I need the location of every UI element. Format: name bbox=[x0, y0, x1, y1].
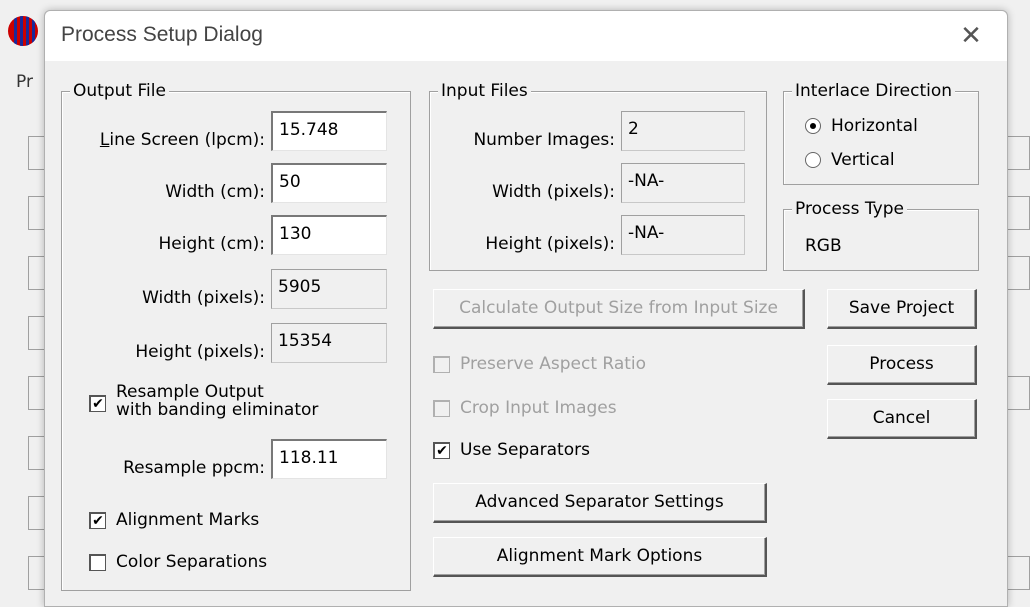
radio-selected-icon[interactable] bbox=[805, 118, 821, 134]
input-width-pixels-value: -NA- bbox=[621, 163, 745, 203]
resample-output-checkbox[interactable]: ✔ Resample Output with banding eliminato… bbox=[89, 383, 318, 419]
output-file-legend: Output File bbox=[70, 81, 169, 101]
advanced-separator-settings-button[interactable]: Advanced Separator Settings bbox=[433, 483, 767, 523]
interlace-direction-legend: Interlace Direction bbox=[792, 81, 956, 101]
title-bar: Process Setup Dialog ✕ bbox=[45, 11, 1007, 61]
crop-input-images-label: Crop Input Images bbox=[460, 398, 617, 418]
radio-vertical-label: Vertical bbox=[831, 150, 895, 170]
input-height-pixels-label: Height (pixels): bbox=[485, 234, 615, 254]
preserve-aspect-check-box[interactable] bbox=[433, 356, 450, 373]
width-cm-label: Width (cm): bbox=[165, 182, 265, 202]
radio-horizontal[interactable]: Horizontal bbox=[805, 115, 918, 137]
color-separations-check-box[interactable] bbox=[89, 554, 106, 571]
resample-ppcm-input[interactable]: 118.11 bbox=[271, 439, 387, 479]
background-button bbox=[1008, 256, 1030, 290]
output-height-pixels-label: Height (pixels): bbox=[135, 342, 265, 362]
alignment-marks-label: Alignment Marks bbox=[116, 510, 260, 530]
resample-output-label-line1: Resample Output bbox=[116, 382, 264, 402]
calculate-output-size-button[interactable]: Calculate Output Size from Input Size bbox=[433, 289, 805, 329]
background-app-right bbox=[1008, 0, 1030, 607]
alignment-marks-checkbox[interactable]: ✔ Alignment Marks bbox=[89, 509, 259, 531]
process-setup-dialog: Process Setup Dialog ✕ Output File Line … bbox=[44, 10, 1008, 607]
dialog-title: Process Setup Dialog bbox=[61, 23, 263, 46]
background-menu-fragment: Pr bbox=[16, 72, 33, 92]
height-cm-input[interactable]: 130 bbox=[271, 215, 387, 255]
background-button bbox=[1008, 376, 1030, 410]
cancel-button[interactable]: Cancel bbox=[827, 399, 977, 439]
preserve-aspect-ratio-label: Preserve Aspect Ratio bbox=[460, 354, 647, 374]
close-icon[interactable]: ✕ bbox=[951, 19, 991, 53]
radio-unselected-icon[interactable] bbox=[805, 152, 821, 168]
input-files-legend: Input Files bbox=[438, 81, 531, 101]
resample-ppcm-label: Resample ppcm: bbox=[123, 458, 265, 478]
background-button bbox=[1008, 136, 1030, 170]
output-width-pixels-value: 5905 bbox=[271, 269, 387, 309]
number-images-label: Number Images: bbox=[473, 130, 615, 150]
crop-input-check-box[interactable] bbox=[433, 400, 450, 417]
process-type-legend: Process Type bbox=[792, 199, 907, 219]
width-cm-input[interactable]: 50 bbox=[271, 163, 387, 203]
number-images-value: 2 bbox=[621, 111, 745, 151]
background-button bbox=[1008, 196, 1030, 230]
use-separators-check-icon[interactable]: ✔ bbox=[433, 442, 450, 459]
background-button bbox=[1008, 556, 1030, 590]
resample-output-check-icon[interactable]: ✔ bbox=[89, 395, 106, 412]
height-cm-label: Height (cm): bbox=[158, 234, 266, 254]
use-separators-label: Use Separators bbox=[460, 440, 590, 460]
color-separations-label: Color Separations bbox=[116, 552, 268, 572]
output-height-pixels-value: 15354 bbox=[271, 323, 387, 363]
line-screen-label: Line Screen (lpcm): bbox=[99, 130, 265, 150]
resample-output-label-line2: with banding eliminator bbox=[116, 400, 319, 420]
input-height-pixels-value: -NA- bbox=[621, 215, 745, 255]
preserve-aspect-ratio-checkbox[interactable]: Preserve Aspect Ratio bbox=[433, 353, 646, 375]
output-width-pixels-label: Width (pixels): bbox=[142, 288, 265, 308]
process-button[interactable]: Process bbox=[827, 345, 977, 385]
input-width-pixels-label: Width (pixels): bbox=[492, 182, 615, 202]
resample-output-label: Resample Output with banding eliminator bbox=[116, 383, 318, 419]
use-separators-checkbox[interactable]: ✔ Use Separators bbox=[433, 439, 590, 461]
crop-input-images-checkbox[interactable]: Crop Input Images bbox=[433, 397, 617, 419]
radio-vertical[interactable]: Vertical bbox=[805, 149, 895, 171]
alignment-marks-check-icon[interactable]: ✔ bbox=[89, 512, 106, 529]
process-type-value: RGB bbox=[805, 236, 842, 256]
color-separations-checkbox[interactable]: Color Separations bbox=[89, 551, 267, 573]
line-screen-input[interactable]: 15.748 bbox=[271, 111, 387, 151]
app-icon bbox=[8, 16, 38, 46]
line-screen-label-text: ine Screen (lpcm): bbox=[109, 130, 265, 150]
radio-horizontal-label: Horizontal bbox=[831, 116, 918, 136]
save-project-button[interactable]: Save Project bbox=[827, 289, 977, 329]
alignment-mark-options-button[interactable]: Alignment Mark Options bbox=[433, 537, 767, 577]
